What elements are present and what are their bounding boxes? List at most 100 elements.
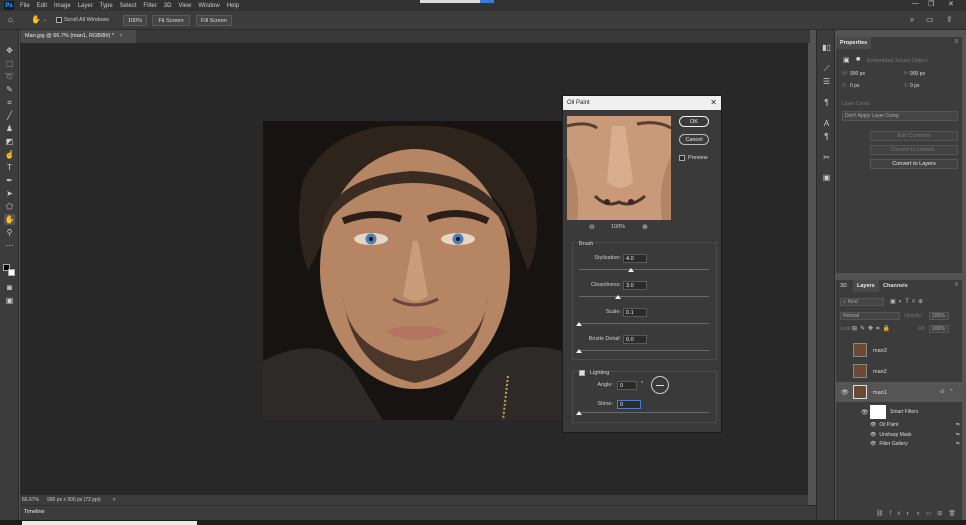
- bristle-detail-input[interactable]: 0.0: [623, 335, 647, 344]
- scroll-all-checkbox[interactable]: [56, 17, 62, 23]
- layer-row-man1[interactable]: 👁 man1 ⊘ ^: [836, 382, 962, 402]
- tools-icon[interactable]: ✂: [821, 152, 832, 163]
- tab-channels[interactable]: Channels: [879, 280, 912, 292]
- adjustments-icon[interactable]: ☰: [821, 76, 832, 87]
- eraser-tool-icon[interactable]: ◩: [4, 136, 15, 147]
- layer-row-man3[interactable]: man3: [836, 340, 962, 360]
- shine-slider-knob[interactable]: [576, 411, 582, 415]
- menu-help[interactable]: Help: [227, 3, 239, 9]
- paragraph-styles-icon[interactable]: ¶: [821, 131, 832, 142]
- history-icon[interactable]: ▮▯: [821, 42, 832, 53]
- character-icon[interactable]: A: [821, 118, 832, 129]
- collapse-icon[interactable]: ^: [950, 389, 953, 395]
- type-tool-icon[interactable]: T: [4, 162, 15, 173]
- menu-3d[interactable]: 3D: [164, 3, 172, 9]
- document-image[interactable]: [263, 121, 563, 420]
- properties-tab[interactable]: Properties: [836, 37, 872, 49]
- blend-options-icon[interactable]: ≒: [956, 432, 960, 438]
- stylization-slider-knob[interactable]: [628, 268, 634, 272]
- convert-layers-button[interactable]: Convert to Layers: [870, 159, 958, 169]
- restore-icon[interactable]: ❐: [928, 0, 934, 8]
- home-icon[interactable]: ⌂: [8, 15, 13, 24]
- x-value[interactable]: 0 px: [850, 83, 859, 89]
- opacity-field[interactable]: 100%: [929, 312, 949, 320]
- lasso-tool-icon[interactable]: ➰: [4, 71, 15, 82]
- filter-type-icons[interactable]: ▣◐T⌑⊕: [890, 298, 926, 305]
- lock-icons[interactable]: ⊞✎✥⌗🔒: [852, 325, 893, 333]
- filter-eye-icon[interactable]: 👁: [870, 432, 876, 438]
- status-size[interactable]: 900 px x 900 px (72 ppi): [47, 497, 101, 503]
- pen-tool-icon[interactable]: ✒: [4, 175, 15, 186]
- path-select-icon[interactable]: ➤: [4, 188, 15, 199]
- filter-name[interactable]: Filter Gallery: [879, 441, 907, 447]
- scale-slider-track[interactable]: [579, 323, 709, 324]
- workspace-icon[interactable]: ▭: [926, 15, 934, 24]
- cleanliness-slider-knob[interactable]: [615, 295, 621, 299]
- marquee-tool-icon[interactable]: ⬚: [4, 58, 15, 69]
- filter-row-filter-gallery[interactable]: 👁 Filter Gallery ≒: [870, 441, 960, 447]
- hand-tool-icon[interactable]: ✋: [31, 15, 41, 24]
- layers-menu-icon[interactable]: ≡: [954, 282, 958, 288]
- smudge-tool-icon[interactable]: ☝: [4, 149, 15, 160]
- y-value[interactable]: 0 px: [910, 83, 919, 89]
- menu-type[interactable]: Type: [100, 3, 113, 9]
- visibility-eye-icon[interactable]: 👁: [841, 389, 849, 396]
- tab-layers[interactable]: Layers: [853, 280, 879, 292]
- h-value[interactable]: 900 px: [910, 71, 925, 77]
- layer-footer-icons[interactable]: ⛓fx◐◑▭⊞🗑: [876, 510, 962, 517]
- menu-window[interactable]: Window: [198, 3, 219, 9]
- properties-icon[interactable]: ▣: [821, 172, 832, 183]
- lighting-checkbox[interactable]: [579, 370, 585, 376]
- panel-menu-icon[interactable]: ≡: [954, 39, 958, 45]
- more-tools-icon[interactable]: ⋯: [4, 240, 15, 251]
- brush-tool-icon[interactable]: ╱: [4, 110, 15, 121]
- chevron-down-icon[interactable]: ⌄: [43, 17, 47, 23]
- zoom-in-icon[interactable]: ⊕: [642, 223, 648, 231]
- zoom-tool-icon[interactable]: ⚲: [4, 227, 15, 238]
- menu-image[interactable]: Image: [54, 3, 71, 9]
- preview-checkbox[interactable]: [679, 155, 685, 161]
- brush-settings-icon[interactable]: ⟋: [821, 63, 832, 74]
- cancel-button[interactable]: Cancel: [679, 134, 709, 145]
- blend-mode-select[interactable]: Normal: [840, 312, 900, 320]
- screen-mode-icon[interactable]: ▣: [4, 295, 15, 306]
- hand-tool-icon-active[interactable]: ✋: [4, 214, 15, 225]
- zoom-out-icon[interactable]: ⊖: [589, 223, 595, 231]
- blend-options-icon[interactable]: ≒: [956, 441, 960, 447]
- shine-input[interactable]: 0: [617, 400, 641, 409]
- fit-screen-button[interactable]: Fit Screen: [152, 15, 190, 26]
- smart-filters-row[interactable]: 👁 Smart Filters: [861, 404, 961, 420]
- scale-input[interactable]: 0.1: [623, 308, 647, 317]
- bristle-detail-slider-track[interactable]: [579, 350, 709, 351]
- edit-contents-button[interactable]: Edit Contents: [870, 131, 958, 141]
- layer-comp-select[interactable]: Don't Apply Layer Comp: [842, 111, 958, 121]
- cleanliness-slider-track[interactable]: [579, 296, 709, 297]
- close-window-icon[interactable]: ✕: [948, 0, 954, 8]
- move-tool-icon[interactable]: ✥: [4, 45, 15, 56]
- bristle-detail-slider-knob[interactable]: [576, 349, 582, 353]
- layer-name[interactable]: man1: [873, 390, 887, 396]
- filter-eye-icon[interactable]: 👁: [870, 441, 876, 447]
- timeline-label[interactable]: Timeline: [24, 509, 45, 515]
- blend-options-icon[interactable]: ≒: [956, 422, 960, 428]
- menu-view[interactable]: View: [178, 3, 191, 9]
- shine-slider-track[interactable]: [579, 412, 709, 413]
- smart-filters-eye-icon[interactable]: 👁: [861, 409, 869, 416]
- w-value[interactable]: 900 px: [850, 71, 865, 77]
- zoom-100-button[interactable]: 100%: [123, 15, 147, 26]
- stamp-tool-icon[interactable]: ♟: [4, 123, 15, 134]
- menu-filter[interactable]: Filter: [143, 3, 156, 9]
- filter-row-unsharp-mask[interactable]: 👁 Unsharp Mask ≒: [870, 432, 960, 438]
- stylization-input[interactable]: 4.0: [623, 254, 647, 263]
- tab-3d[interactable]: 3D: [836, 280, 851, 292]
- menu-select[interactable]: Select: [120, 3, 137, 9]
- convert-linked-button[interactable]: Convert to Linked...: [870, 145, 958, 155]
- ok-button[interactable]: OK: [679, 116, 709, 127]
- layer-name[interactable]: man2: [873, 369, 887, 375]
- share-icon[interactable]: ⇪: [946, 15, 953, 24]
- status-arrow[interactable]: >: [113, 497, 116, 503]
- fill-screen-button[interactable]: Fill Screen: [196, 15, 232, 26]
- minimize-icon[interactable]: —: [912, 0, 919, 7]
- stylization-slider-track[interactable]: [579, 269, 709, 270]
- angle-dial[interactable]: [651, 376, 669, 394]
